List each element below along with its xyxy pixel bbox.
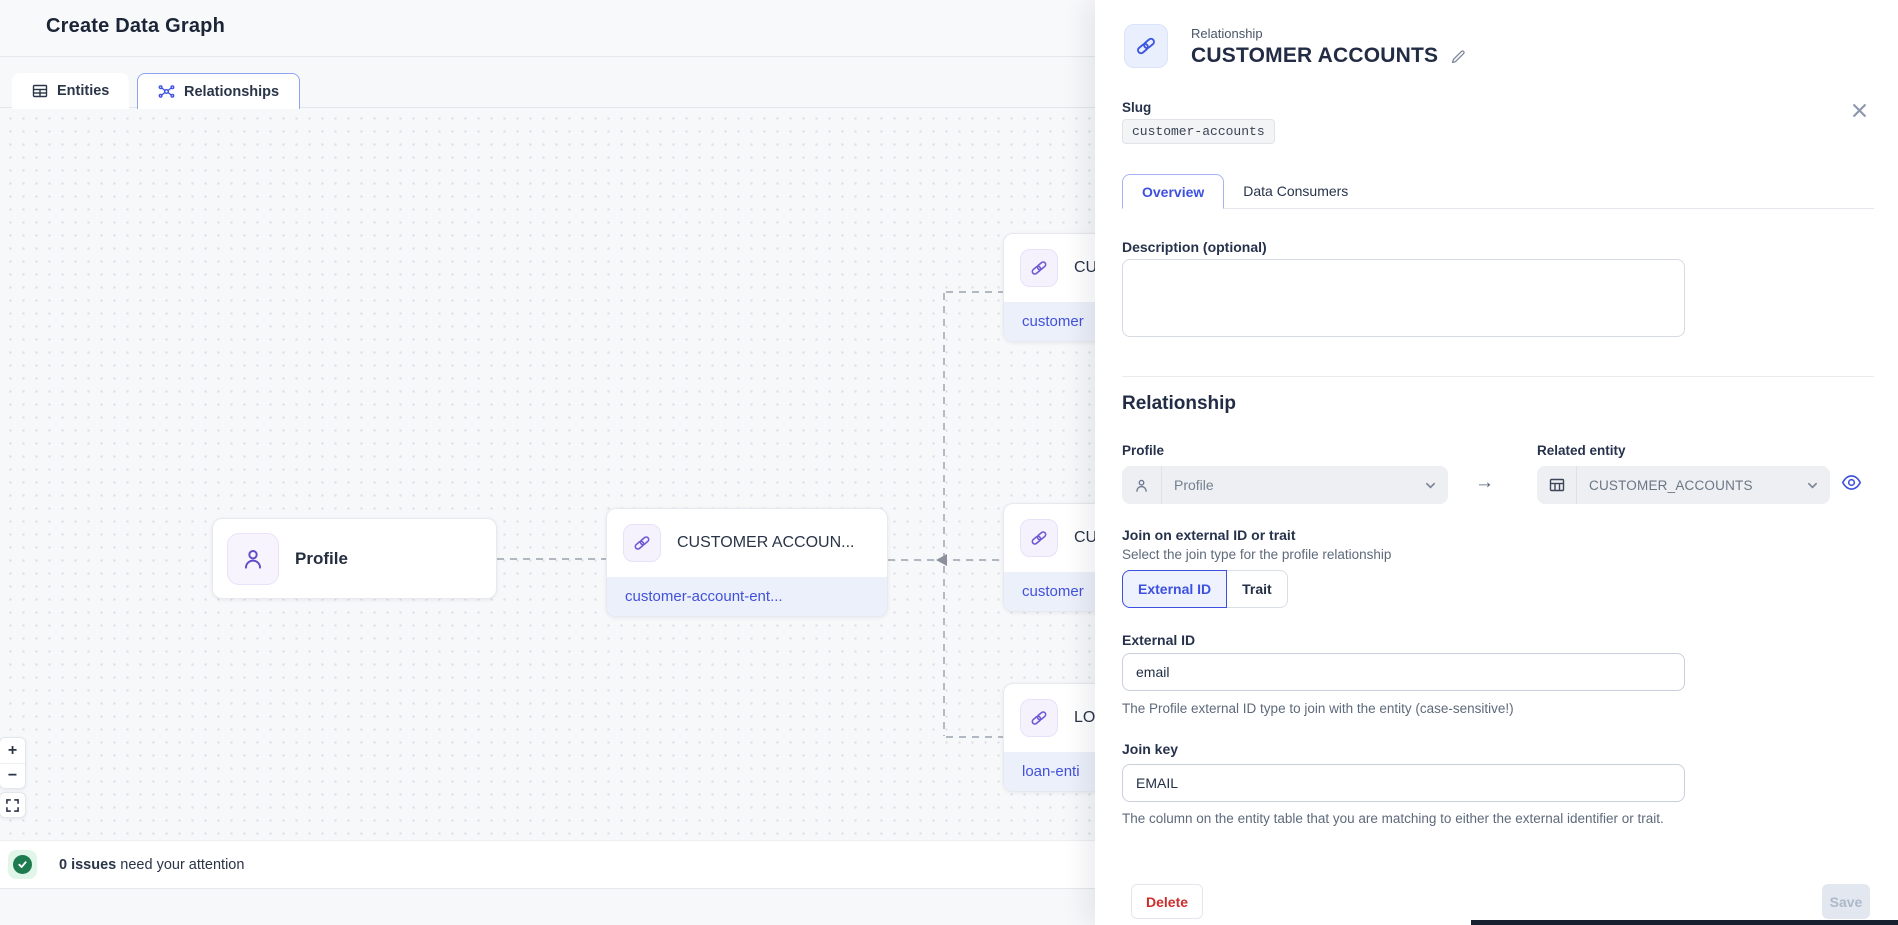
related-entity-value: CUSTOMER_ACCOUNTS	[1577, 478, 1753, 493]
tab-entities[interactable]: Entities	[12, 73, 129, 109]
join-key-label: Join key	[1122, 741, 1178, 757]
issues-message: need your attention	[116, 857, 244, 873]
description-label: Description (optional)	[1122, 239, 1267, 255]
page-title: Create Data Graph	[46, 15, 225, 38]
toggle-external-id[interactable]: External ID	[1122, 570, 1227, 608]
relationship-section-title: Relationship	[1122, 393, 1236, 415]
description-textarea[interactable]	[1122, 259, 1685, 337]
join-type-toggle: External ID Trait	[1122, 570, 1288, 608]
zoom-controls: + −	[0, 737, 26, 789]
slug-label: Slug	[1122, 100, 1151, 115]
profile-select-value: Profile	[1162, 477, 1214, 493]
delete-button[interactable]: Delete	[1131, 884, 1203, 919]
node-label: LO	[1074, 709, 1095, 727]
join-type-help: Select the join type for the profile rel…	[1122, 547, 1391, 562]
tab-overview[interactable]: Overview	[1122, 174, 1224, 209]
graph-edges	[0, 108, 1095, 840]
zoom-out-button[interactable]: −	[0, 763, 25, 788]
node-label: Profile	[295, 549, 348, 569]
link-icon	[1020, 249, 1058, 287]
tab-data-consumers[interactable]: Data Consumers	[1224, 174, 1367, 208]
related-entity-select[interactable]: CUSTOMER_ACCOUNTS	[1537, 466, 1830, 504]
external-id-input[interactable]	[1122, 653, 1685, 691]
toggle-trait[interactable]: Trait	[1227, 570, 1288, 608]
zoom-in-button[interactable]: +	[0, 738, 25, 763]
related-entity-label: Related entity	[1537, 443, 1626, 458]
network-icon	[158, 83, 175, 100]
relationship-link-icon	[1124, 24, 1168, 68]
slug-value: customer-accounts	[1122, 119, 1275, 144]
close-icon[interactable]	[1848, 99, 1870, 121]
section-divider	[1122, 376, 1874, 377]
check-circle-icon	[13, 855, 32, 874]
chevron-down-icon	[1807, 480, 1818, 491]
link-icon	[1020, 519, 1058, 557]
fullscreen-icon[interactable]	[0, 793, 25, 818]
relationship-detail-panel: Relationship CUSTOMER ACCOUNTS Slug cust…	[1095, 0, 1898, 925]
issues-count: 0 issues	[59, 857, 116, 873]
tab-relationships[interactable]: Relationships	[137, 73, 300, 109]
preview-eye-icon[interactable]	[1841, 472, 1862, 493]
panel-title: CUSTOMER ACCOUNTS	[1191, 44, 1438, 68]
node-label: CU	[1074, 259, 1097, 277]
fullscreen-control	[0, 792, 26, 818]
issues-status-text: 0 issues need your attention	[59, 857, 244, 873]
panel-type-label: Relationship	[1191, 26, 1263, 41]
tab-relationships-label: Relationships	[184, 84, 279, 100]
external-id-label: External ID	[1122, 632, 1195, 648]
status-badge	[8, 850, 37, 879]
node-label: CUSTOMER ACCOUN...	[677, 534, 855, 552]
node-label: CU	[1074, 529, 1097, 547]
edit-pencil-icon[interactable]	[1450, 48, 1467, 65]
node-profile[interactable]: Profile	[212, 518, 497, 599]
chevron-down-icon	[1425, 480, 1436, 491]
arrow-right-icon: →	[1475, 472, 1494, 494]
person-icon	[1122, 466, 1162, 504]
create-data-graph-app: Create Data Graph Entities Relationships	[0, 0, 1898, 925]
table-icon	[1537, 466, 1577, 504]
node-customer-accounts[interactable]: CUSTOMER ACCOUN... customer-account-ent.…	[606, 508, 888, 617]
edge-arrow-icon	[936, 554, 947, 566]
panel-tabbar: Overview Data Consumers	[1122, 174, 1874, 209]
external-id-help: The Profile external ID type to join wit…	[1122, 700, 1514, 718]
join-key-input[interactable]	[1122, 764, 1685, 802]
profile-label: Profile	[1122, 443, 1164, 458]
link-icon	[1020, 699, 1058, 737]
tab-entities-label: Entities	[57, 83, 109, 99]
person-icon	[227, 533, 279, 585]
node-slug-link[interactable]: customer-account-ent...	[607, 577, 887, 616]
join-type-label: Join on external ID or trait	[1122, 527, 1295, 543]
join-key-help: The column on the entity table that you …	[1122, 810, 1687, 828]
window-edge-bar	[1471, 920, 1898, 925]
table-icon	[32, 83, 48, 99]
save-button[interactable]: Save	[1822, 884, 1870, 919]
link-icon	[623, 524, 661, 562]
profile-select[interactable]: Profile	[1122, 466, 1448, 504]
